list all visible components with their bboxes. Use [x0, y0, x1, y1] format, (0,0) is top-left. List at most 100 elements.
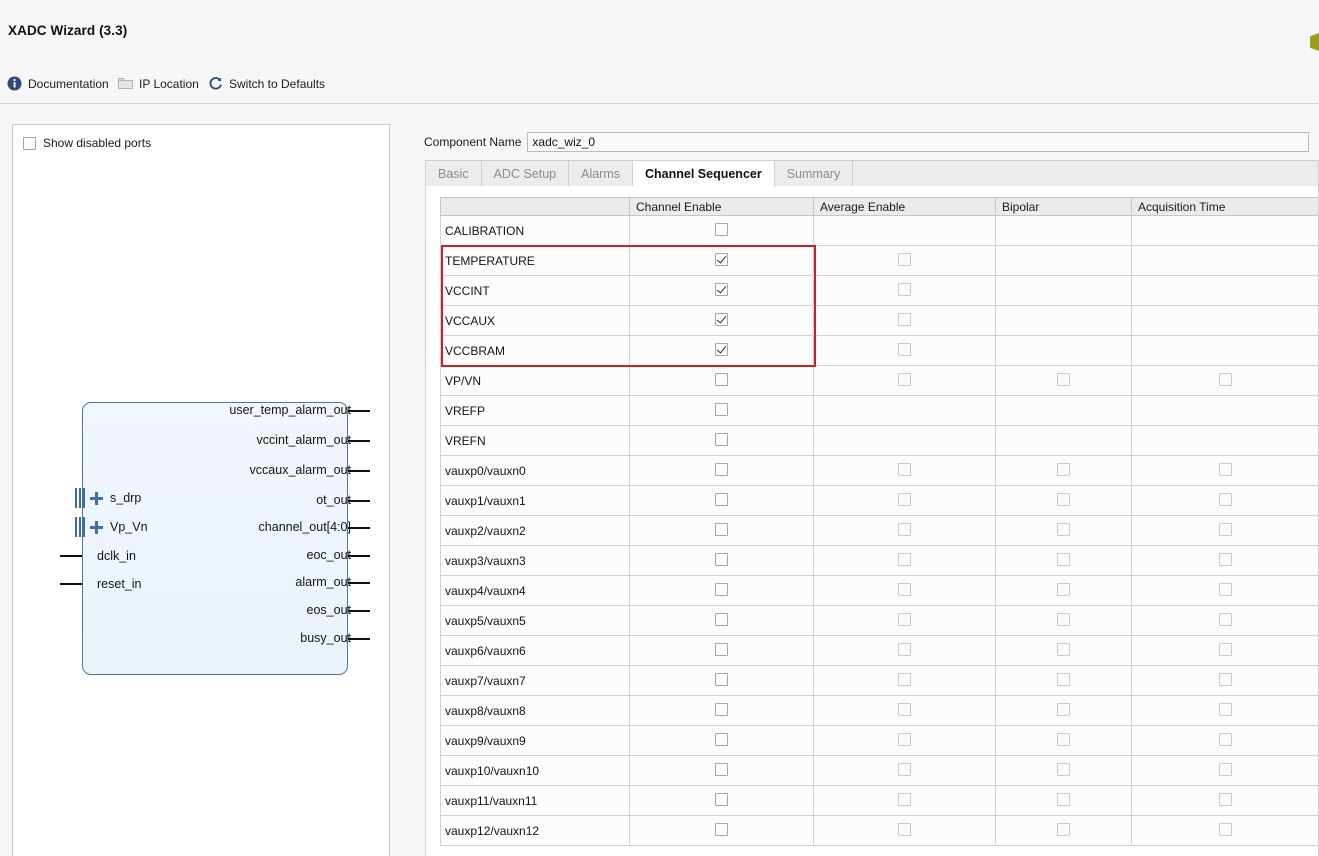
show-disabled-ports-checkbox[interactable] [23, 136, 36, 150]
bus-port-vp_vn-label: Vp_Vn [110, 520, 148, 534]
cell-channel-enable[interactable] [629, 785, 814, 816]
pin-vccint_alarm_out [348, 440, 370, 442]
title-bar: XADC Wizard (3.3) [0, 0, 1319, 62]
tab-adc-setup[interactable]: ADC Setup [482, 161, 570, 186]
bus-port-s_drp[interactable]: s_drp [75, 488, 141, 508]
row-label-vauxp11-vauxn11: vauxp11/vauxn11 [440, 785, 630, 816]
cell-channel-enable[interactable] [629, 425, 814, 456]
channel-enable-checkbox[interactable] [715, 372, 728, 386]
cell-channel-enable[interactable] [629, 755, 814, 786]
bipolar-checkbox [1057, 702, 1070, 716]
channel-enable-checkbox[interactable] [715, 252, 728, 266]
channel-enable-checkbox[interactable] [715, 342, 728, 356]
channel-enable-checkbox[interactable] [715, 792, 728, 806]
ip-location-link[interactable]: IP Location [118, 76, 199, 91]
channel-enable-checkbox[interactable] [715, 282, 728, 296]
channel-enable-checkbox[interactable] [715, 552, 728, 566]
cell-channel-enable[interactable] [629, 545, 814, 576]
tab-bar: Basic ADC Setup Alarms Channel Sequencer… [425, 160, 1319, 187]
channel-enable-checkbox[interactable] [715, 522, 728, 536]
cell-acquisition-time [1131, 665, 1318, 696]
cell-channel-enable[interactable] [629, 485, 814, 516]
row-label-vccbram: VCCBRAM [440, 335, 630, 366]
tab-summary[interactable]: Summary [775, 161, 854, 186]
cell-acquisition-time [1131, 755, 1318, 786]
cell-average-enable [813, 365, 996, 396]
channel-enable-checkbox[interactable] [715, 822, 728, 836]
bus-port-vp_vn[interactable]: Vp_Vn [75, 517, 148, 537]
pin-channel_out [348, 527, 370, 529]
cell-channel-enable[interactable] [629, 395, 814, 426]
channel-enable-checkbox[interactable] [715, 402, 728, 416]
cell-channel-enable[interactable] [629, 815, 814, 846]
cell-channel-enable[interactable] [629, 605, 814, 636]
acquisition-time-checkbox [1218, 552, 1232, 566]
bipolar-checkbox [1057, 462, 1070, 476]
port-eos_out: eos_out [306, 603, 351, 617]
cell-acquisition-time [1131, 785, 1318, 816]
cell-average-enable [813, 605, 996, 636]
cell-channel-enable[interactable] [629, 575, 814, 606]
table-row: vauxp7/vauxn7 [440, 665, 1318, 696]
cell-bipolar [995, 785, 1132, 816]
port-dclk_in: dclk_in [97, 549, 136, 563]
table-row: vauxp12/vauxn12 [440, 815, 1318, 846]
cell-channel-enable[interactable] [629, 275, 814, 306]
cell-bipolar-empty [995, 245, 1132, 276]
cell-channel-enable[interactable] [629, 335, 814, 366]
cell-channel-enable[interactable] [629, 455, 814, 486]
cell-bipolar [995, 545, 1132, 576]
channel-enable-checkbox[interactable] [715, 582, 728, 596]
tab-alarms[interactable]: Alarms [569, 161, 634, 186]
row-label-vauxp6-vauxn6: vauxp6/vauxn6 [440, 635, 630, 666]
cell-acquisition-time [1131, 815, 1318, 846]
cell-channel-enable[interactable] [629, 665, 814, 696]
expand-plus-icon[interactable] [90, 520, 103, 534]
channel-enable-checkbox[interactable] [715, 222, 728, 236]
cell-channel-enable[interactable] [629, 515, 814, 546]
expand-plus-icon[interactable] [90, 491, 103, 505]
row-label-vauxp2-vauxn2: vauxp2/vauxn2 [440, 515, 630, 546]
cell-channel-enable[interactable] [629, 305, 814, 336]
cell-channel-enable[interactable] [629, 245, 814, 276]
component-name-input[interactable] [527, 132, 1310, 152]
tab-basic[interactable]: Basic [426, 161, 482, 186]
channel-enable-checkbox[interactable] [715, 642, 728, 656]
cell-bipolar [995, 815, 1132, 846]
channel-enable-checkbox[interactable] [715, 312, 728, 326]
bipolar-checkbox [1057, 522, 1070, 536]
cell-average-enable-empty [813, 395, 996, 426]
cell-channel-enable[interactable] [629, 215, 814, 246]
channel-enable-checkbox[interactable] [715, 672, 728, 686]
channel-enable-checkbox[interactable] [715, 462, 728, 476]
table-row: vauxp0/vauxn0 [440, 455, 1318, 486]
table-row: vauxp3/vauxn3 [440, 545, 1318, 576]
cell-average-enable [813, 665, 996, 696]
documentation-link[interactable]: Documentation [7, 76, 109, 91]
table-row: VCCINT [440, 275, 1318, 306]
table-row: vauxp4/vauxn4 [440, 575, 1318, 606]
tab-channel-sequencer[interactable]: Channel Sequencer [632, 161, 775, 186]
row-label-vauxp7-vauxn7: vauxp7/vauxn7 [440, 665, 630, 696]
channel-enable-checkbox[interactable] [715, 492, 728, 506]
table-row: vauxp1/vauxn1 [440, 485, 1318, 516]
acquisition-time-checkbox [1218, 612, 1232, 626]
bus-bars-icon [75, 517, 86, 537]
cell-bipolar [995, 725, 1132, 756]
channel-enable-checkbox[interactable] [715, 762, 728, 776]
channel-enable-checkbox[interactable] [715, 432, 728, 446]
show-disabled-ports-row[interactable]: Show disabled ports [23, 136, 151, 150]
channel-enable-checkbox[interactable] [715, 732, 728, 746]
table-row: vauxp11/vauxn11 [440, 785, 1318, 816]
cell-bipolar [995, 635, 1132, 666]
cell-acquisition-time-empty [1131, 305, 1318, 336]
switch-to-defaults-link[interactable]: Switch to Defaults [208, 76, 325, 91]
cell-channel-enable[interactable] [629, 365, 814, 396]
channel-enable-checkbox[interactable] [715, 702, 728, 716]
cell-channel-enable[interactable] [629, 695, 814, 726]
cell-bipolar-empty [995, 215, 1132, 246]
cell-channel-enable[interactable] [629, 725, 814, 756]
cell-channel-enable[interactable] [629, 635, 814, 666]
port-ot_out: ot_out [316, 493, 351, 507]
channel-enable-checkbox[interactable] [715, 612, 728, 626]
